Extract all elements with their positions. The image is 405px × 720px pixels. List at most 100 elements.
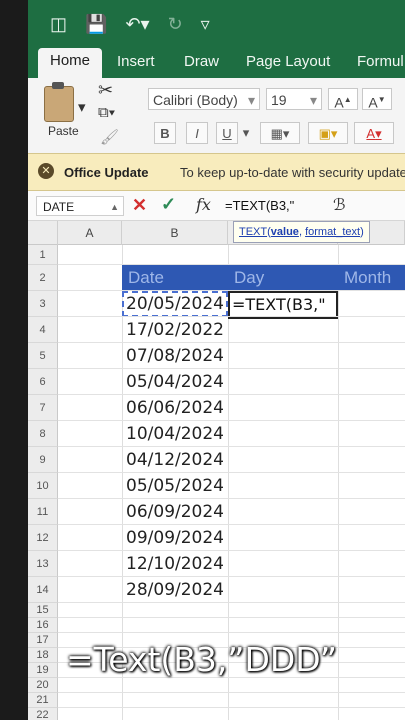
row-header[interactable]: 20 [28, 678, 58, 693]
formula-input[interactable]: =TEXT(B3," [225, 198, 294, 213]
date-cell[interactable]: 06/06/2024 [122, 395, 228, 421]
format-painter-icon[interactable]: 🖌 [100, 128, 119, 146]
header-date[interactable]: Date [122, 265, 228, 291]
grid-line [58, 524, 405, 525]
grid-line [58, 472, 405, 473]
paste-dropdown-icon[interactable]: ▾ [78, 98, 86, 116]
date-cell[interactable]: 04/12/2024 [122, 447, 228, 473]
select-all-corner[interactable] [28, 221, 58, 245]
row-header[interactable]: 15 [28, 603, 58, 618]
customize-toolbar-icon[interactable]: ▿ [201, 14, 210, 35]
date-cell[interactable]: 07/08/2024 [122, 343, 228, 369]
update-message: To keep up-to-date with security updates… [180, 165, 405, 180]
font-color-label: A [366, 126, 376, 141]
grid-line [58, 394, 405, 395]
row-header[interactable]: 2 [28, 265, 58, 291]
row-header[interactable]: 3 [28, 291, 58, 317]
row-header[interactable]: 16 [28, 618, 58, 633]
row-header[interactable]: 21 [28, 693, 58, 708]
row-header[interactable]: 14 [28, 577, 58, 603]
save-icon[interactable]: 💾 [85, 14, 107, 35]
grid-line [58, 446, 405, 447]
font-color-button[interactable]: A▾ [354, 122, 394, 144]
date-cell[interactable]: 10/04/2024 [122, 421, 228, 447]
redo-icon[interactable]: ↻ [168, 14, 183, 35]
row-header[interactable]: 10 [28, 473, 58, 499]
grid-line [58, 368, 405, 369]
chevron-down-icon: ▾ [247, 92, 255, 108]
shrink-font-button[interactable]: A▼ [362, 88, 392, 111]
tab-insert[interactable]: Insert [117, 53, 155, 70]
italic-button[interactable]: I [186, 122, 208, 144]
row-header[interactable]: 18 [28, 648, 58, 663]
row-header[interactable]: 4 [28, 317, 58, 343]
grid-line [58, 498, 405, 499]
row-header[interactable]: 1 [28, 245, 58, 265]
header-month[interactable]: Month [338, 265, 405, 291]
date-cell[interactable]: 17/02/2022 [122, 317, 228, 343]
grid-line [58, 602, 405, 603]
row-header[interactable]: 12 [28, 525, 58, 551]
grid-line [58, 420, 405, 421]
font-size-select[interactable]: 19 ▾ [266, 88, 322, 110]
font-size-value: 19 [271, 92, 287, 108]
tab-home[interactable]: Home [38, 48, 103, 78]
undo-icon[interactable]: ↶▾ [125, 14, 149, 35]
grow-font-label: A [334, 94, 344, 111]
borders-button[interactable]: ▦▾ [260, 122, 300, 144]
header-day[interactable]: Day [228, 265, 338, 291]
name-box[interactable]: DATE▲▼ [36, 196, 124, 232]
insert-function-icon[interactable]: fx [196, 195, 211, 214]
row-header[interactable]: 17 [28, 633, 58, 648]
update-title: Office Update [64, 165, 149, 180]
ribbon-home: Paste ▾ ✂ ⧉▾ 🖌 Calibri (Body) ▾ 19 ▾ A▲ A▼… [28, 78, 405, 153]
tab-page-layout[interactable]: Page Layout [246, 53, 330, 70]
date-cell[interactable]: 05/04/2024 [122, 369, 228, 395]
paste-label[interactable]: Paste [48, 124, 79, 138]
tab-draw[interactable]: Draw [184, 53, 219, 70]
fill-color-button[interactable]: ▣▾ [308, 122, 348, 144]
row-header[interactable]: 9 [28, 447, 58, 473]
name-box-value: DATE [43, 200, 75, 214]
row-header[interactable]: 5 [28, 343, 58, 369]
underline-button[interactable]: U [216, 122, 238, 144]
grid-line [58, 290, 405, 291]
row-header[interactable]: 8 [28, 421, 58, 447]
row-header[interactable]: 22 [28, 708, 58, 720]
column-header-a[interactable]: A [58, 221, 122, 245]
tooltip-arg-value[interactable]: value [271, 226, 299, 238]
row-header[interactable]: 13 [28, 551, 58, 577]
tab-formulas[interactable]: Formul [357, 53, 404, 70]
row-header[interactable]: 7 [28, 395, 58, 421]
chevron-down-icon: ▾ [309, 92, 317, 108]
sidebar-toggle-icon[interactable]: ◫ [50, 14, 67, 35]
underline-dropdown-icon[interactable]: ▾ [240, 122, 252, 144]
cut-icon[interactable]: ✂ [98, 80, 113, 101]
grow-font-button[interactable]: A▲ [328, 88, 358, 111]
grid-line [58, 576, 405, 577]
grid-line [58, 617, 405, 618]
font-name-select[interactable]: Calibri (Body) ▾ [148, 88, 260, 110]
function-tooltip: TEXT(value, format_text) [233, 221, 370, 243]
date-cell[interactable]: 28/09/2024 [122, 577, 228, 603]
tooltip-function-name[interactable]: TEXT [239, 226, 267, 238]
date-cell[interactable]: 12/10/2024 [122, 551, 228, 577]
bold-button[interactable]: B [154, 122, 176, 144]
cancel-formula-icon[interactable]: ✕ [132, 195, 147, 216]
row-header[interactable]: 6 [28, 369, 58, 395]
video-caption: =Text(B3,”DDD” [66, 640, 337, 679]
office-update-bar: ✕ Office Update To keep up-to-date with … [28, 153, 405, 191]
grid-line [58, 550, 405, 551]
ribbon-tabs: Home Insert Draw Page Layout Formul [28, 48, 405, 78]
active-cell-c3[interactable]: =TEXT(B3," [228, 291, 338, 319]
date-cell[interactable]: 09/09/2024 [122, 525, 228, 551]
tooltip-arg-format[interactable]: format_text [305, 226, 360, 238]
date-cell[interactable]: 05/05/2024 [122, 473, 228, 499]
date-cell[interactable]: 06/09/2024 [122, 499, 228, 525]
column-header-b[interactable]: B [122, 221, 228, 245]
row-header[interactable]: 11 [28, 499, 58, 525]
row-header[interactable]: 19 [28, 663, 58, 678]
confirm-formula-icon[interactable]: ✓ [161, 194, 176, 215]
copy-icon[interactable]: ⧉▾ [98, 104, 115, 121]
paste-icon[interactable] [44, 86, 74, 122]
